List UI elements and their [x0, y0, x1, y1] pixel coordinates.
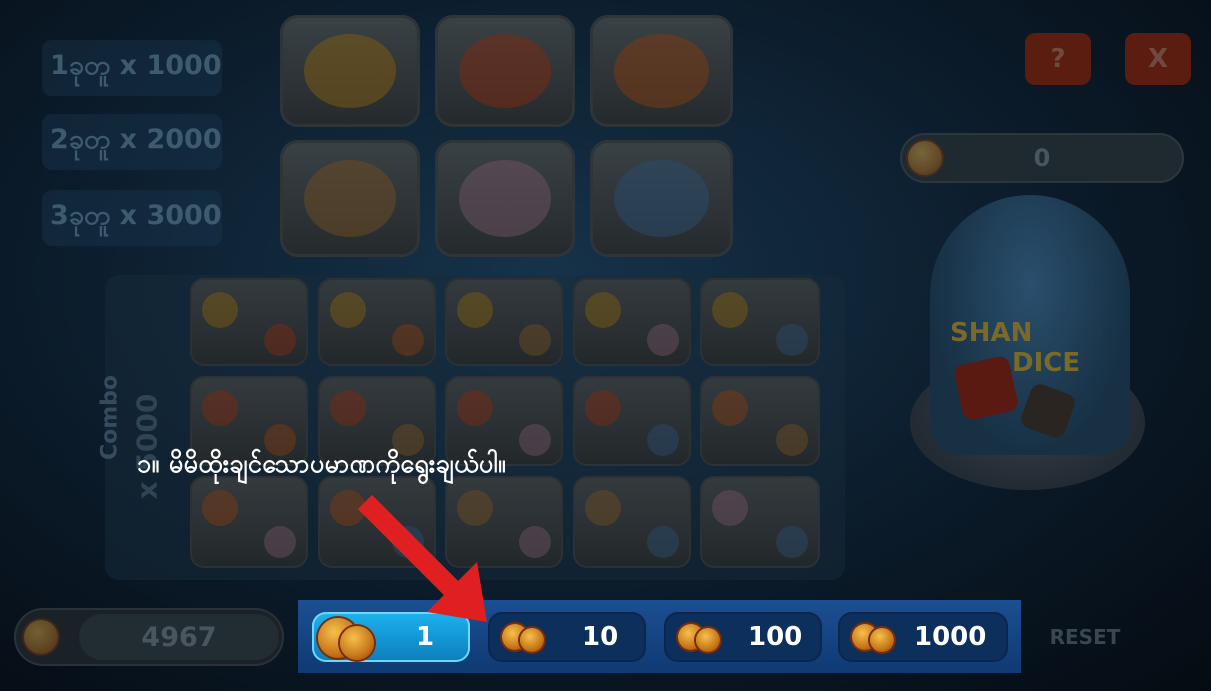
chip-10[interactable]: 10 — [488, 612, 646, 662]
combo-multiplier: x 5000 — [130, 393, 164, 500]
coin-stack-icon — [340, 626, 374, 660]
coin-stack-icon — [24, 620, 58, 654]
chip-100[interactable]: 100 — [664, 612, 822, 662]
shark-icon — [614, 159, 709, 238]
lion-icon — [202, 292, 238, 328]
shark-icon — [647, 424, 679, 456]
elephant-icon — [519, 424, 551, 456]
tutorial-instruction: ၁။ မိမိထိုးချင်သောပမာဏကိုရွေးချယ်ပါ။ — [137, 449, 507, 478]
rooster-icon — [457, 390, 493, 426]
elephant-icon — [712, 490, 748, 526]
bet-tile-tiger[interactable] — [590, 15, 733, 127]
tiger-icon — [392, 324, 424, 356]
rooster-icon — [202, 390, 238, 426]
bet-tile-rooster[interactable] — [435, 15, 575, 127]
monkey-icon — [776, 424, 808, 456]
elephant-icon — [458, 159, 552, 238]
lion-icon — [585, 292, 621, 328]
rooster-icon — [585, 390, 621, 426]
reset-button[interactable]: RESET — [1030, 612, 1140, 662]
logo-line2: DICE — [1012, 348, 1081, 378]
combo-tile[interactable] — [700, 476, 820, 568]
lion-icon — [303, 34, 397, 108]
multiplier-3: 3ခုတူ x 3000 — [42, 190, 222, 246]
game-logo: SHAN DICE — [950, 318, 1080, 378]
chip-value: 10 — [582, 622, 619, 652]
coin-stack-icon — [870, 628, 894, 652]
combo-tile[interactable] — [190, 278, 308, 366]
monkey-icon — [303, 159, 397, 238]
combo-label: Combo — [97, 374, 123, 461]
multiplier-1: 1ခုတူ x 1000 — [42, 40, 222, 96]
pointer-arrow-icon — [357, 494, 487, 622]
tiger-icon — [614, 34, 709, 108]
shark-icon — [776, 324, 808, 356]
lion-icon — [330, 292, 366, 328]
close-button[interactable]: X — [1125, 33, 1191, 85]
monkey-icon — [519, 324, 551, 356]
shark-icon — [647, 526, 679, 558]
combo-tile[interactable] — [573, 476, 691, 568]
lion-icon — [457, 292, 493, 328]
tiger-icon — [202, 490, 238, 526]
monkey-icon — [585, 490, 621, 526]
combo-tile[interactable] — [445, 278, 563, 366]
coin-stack-icon — [520, 628, 544, 652]
chip-1000[interactable]: 1000 — [838, 612, 1008, 662]
elephant-icon — [647, 324, 679, 356]
combo-tile[interactable] — [573, 278, 691, 366]
chip-value: 100 — [748, 622, 803, 652]
bet-tile-lion[interactable] — [280, 15, 420, 127]
combo-tile[interactable] — [318, 278, 436, 366]
tiger-icon — [712, 390, 748, 426]
win-amount: 0 — [1033, 144, 1051, 172]
elephant-icon — [519, 526, 551, 558]
coin-stack-icon — [696, 628, 720, 652]
logo-line1: SHAN — [950, 318, 1033, 348]
chip-value: 1000 — [914, 622, 987, 652]
combo-tile[interactable] — [700, 376, 820, 466]
bet-tile-shark[interactable] — [590, 140, 733, 257]
elephant-icon — [264, 526, 296, 558]
bet-tile-elephant[interactable] — [435, 140, 575, 257]
rooster-icon — [264, 324, 296, 356]
lion-icon — [712, 292, 748, 328]
balance-box: 4967 — [14, 608, 284, 666]
shark-icon — [776, 526, 808, 558]
balance-value: 4967 — [79, 614, 279, 660]
combo-tile[interactable] — [573, 376, 691, 466]
combo-tile[interactable] — [700, 278, 820, 366]
bet-tile-monkey[interactable] — [280, 140, 420, 257]
game-screen: 1ခုတူ x 1000 2ခုတူ x 2000 3ခုတူ x 3000 ?… — [0, 0, 1211, 691]
help-button[interactable]: ? — [1025, 33, 1091, 85]
rooster-icon — [330, 390, 366, 426]
win-display: 0 — [900, 133, 1184, 183]
rooster-icon — [458, 34, 552, 108]
combo-tile[interactable] — [190, 476, 308, 568]
multiplier-2: 2ခုတူ x 2000 — [42, 114, 222, 170]
